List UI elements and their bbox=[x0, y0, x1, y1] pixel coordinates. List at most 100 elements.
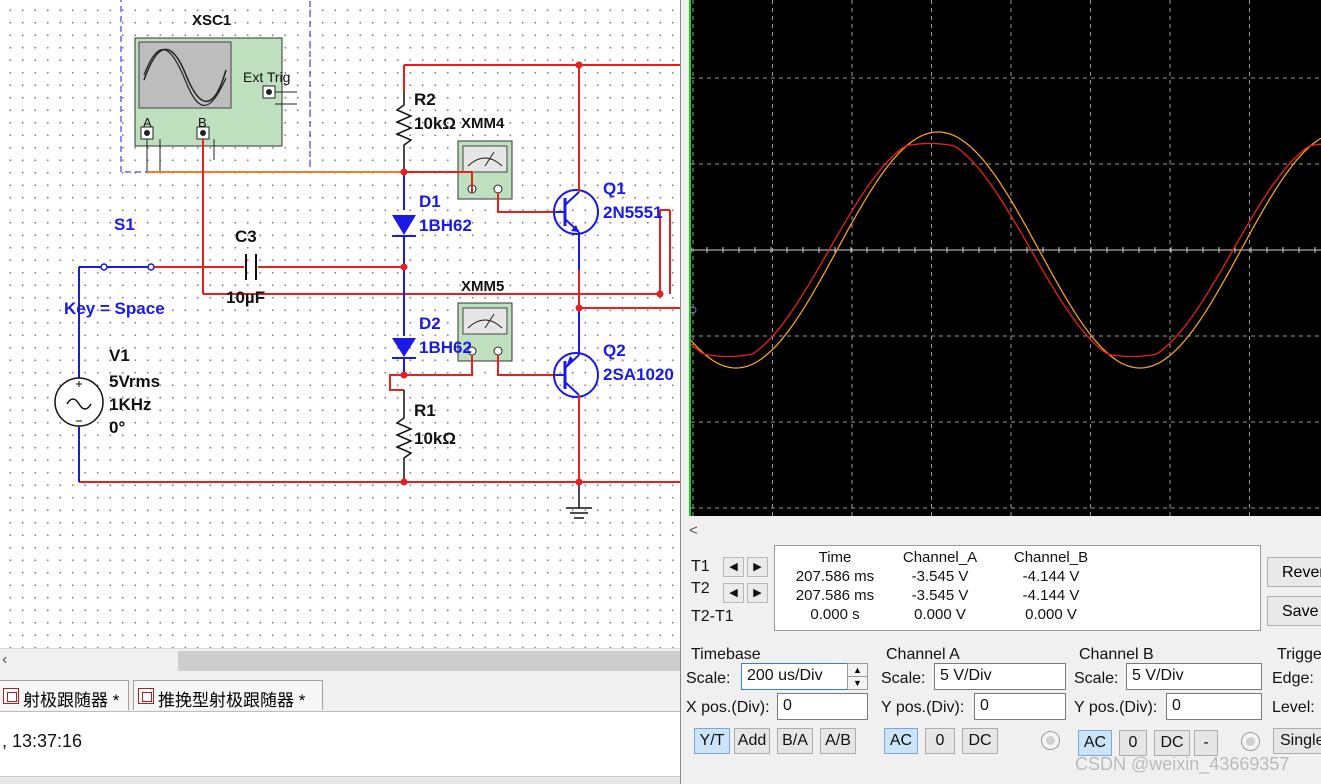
col-channel-a-header: Channel_A bbox=[902, 549, 978, 566]
schematic-canvas[interactable]: XSC1 Ext Trig A B R2 10kΩ XMM4 XMM5 D1 1… bbox=[0, 0, 680, 648]
timebase-xpos-input[interactable]: 0 bbox=[777, 693, 868, 720]
bottom-bar bbox=[0, 776, 680, 784]
channel-b-scale-label: Scale: bbox=[1074, 670, 1119, 687]
channel-a-trigger-radio[interactable] bbox=[1041, 731, 1060, 750]
channel-a-dc-button[interactable]: DC bbox=[962, 728, 998, 754]
timebase-spin-down-button[interactable]: ▼ bbox=[847, 676, 868, 690]
single-button[interactable]: Single bbox=[1273, 728, 1321, 754]
q1-name: Q1 bbox=[603, 179, 626, 198]
xmm4-label: XMM4 bbox=[461, 115, 505, 132]
watermark: CSDN @weixin_43669357 bbox=[1075, 754, 1290, 774]
delta-channel-b: 0.000 V bbox=[1025, 606, 1077, 623]
col-channel-b-header: Channel_B bbox=[1013, 549, 1089, 566]
t1-left-button[interactable]: ◀ bbox=[723, 557, 744, 577]
channel-a-zero-button[interactable]: 0 bbox=[925, 728, 955, 754]
timebase-scale-label: Scale: bbox=[686, 670, 731, 687]
t1-channel-a: -3.545 V bbox=[911, 568, 969, 585]
channel-b-ypos-label: Y pos.(Div): bbox=[1074, 699, 1158, 716]
screen-scroll-left-icon[interactable]: < bbox=[689, 522, 698, 539]
t2-time: 207.586 ms bbox=[795, 587, 875, 604]
channel-a-group: Channel A Scale: 5 V/Div Y pos.(Div): 0 … bbox=[881, 646, 1071, 766]
s1-name: S1 bbox=[114, 215, 135, 234]
channel-b-group: Channel B Scale: 5 V/Div Y pos.(Div): 0 … bbox=[1074, 646, 1266, 766]
t1-label: T1 bbox=[691, 558, 710, 575]
c3-name: C3 bbox=[235, 227, 257, 246]
add-button[interactable]: Add bbox=[734, 728, 770, 754]
col-time-header: Time bbox=[818, 549, 852, 566]
scrollbar-thumb[interactable] bbox=[178, 651, 680, 671]
channel-a-scale-label: Scale: bbox=[881, 670, 926, 687]
q1-part: 2N5551 bbox=[603, 203, 663, 222]
channel-b-ac-button[interactable]: AC bbox=[1078, 730, 1112, 756]
d1-name: D1 bbox=[419, 192, 441, 211]
trigger-title: Trigger bbox=[1277, 646, 1321, 663]
c3-value: 10µF bbox=[226, 288, 266, 307]
scope-pin-a-label: A bbox=[143, 115, 152, 130]
t2-channel-b: -4.144 V bbox=[1022, 587, 1080, 604]
channel-a-title: Channel A bbox=[886, 646, 960, 663]
tab-push-pull-emitter-follower[interactable]: 推挽型射极跟随器 * bbox=[133, 680, 323, 710]
timebase-spin-up-button[interactable]: ▲ bbox=[847, 663, 868, 677]
scope-screen[interactable] bbox=[689, 0, 1321, 516]
q2-name: Q2 bbox=[603, 341, 626, 360]
channel-b-scale-input[interactable]: 5 V/Div bbox=[1126, 663, 1262, 690]
r2-name: R2 bbox=[414, 90, 436, 109]
channel-a-ac-button[interactable]: AC bbox=[884, 728, 918, 754]
d2-name: D2 bbox=[419, 314, 441, 333]
circuit-file-icon bbox=[138, 688, 154, 704]
q2-part: 2SA1020 bbox=[603, 365, 674, 384]
b-over-a-button[interactable]: B/A bbox=[777, 728, 813, 754]
v1-phase: 0° bbox=[109, 418, 126, 437]
status-time: , 13:37:16 bbox=[2, 731, 83, 751]
status-area: , 13:37:16 bbox=[0, 712, 680, 784]
tab-label: 射极跟随器 * bbox=[23, 691, 120, 710]
timebase-scale-input[interactable]: 200 us/Div bbox=[741, 663, 849, 690]
delta-time: 0.000 s bbox=[810, 606, 860, 623]
oscilloscope-window: < T1 ◀ ▶ T2 ◀ ▶ T2-T1 Time Channel_A Cha… bbox=[680, 0, 1321, 784]
channel-a-ypos-input[interactable]: 0 bbox=[974, 693, 1066, 720]
t1-right-button[interactable]: ▶ bbox=[747, 557, 768, 577]
s1-key-label: Key = Space bbox=[64, 299, 165, 318]
timebase-group: Timebase Scale: 200 us/Div ▲ ▼ X pos.(Di… bbox=[685, 646, 875, 766]
trigger-group: Trigger Edge: Level: Single bbox=[1271, 646, 1321, 766]
d1-part: 1BH62 bbox=[419, 216, 472, 235]
ext-trig-label: Ext Trig bbox=[243, 69, 291, 85]
tab-emitter-follower[interactable]: 射极跟随器 * bbox=[0, 680, 129, 710]
a-over-b-button[interactable]: A/B bbox=[820, 728, 856, 754]
scope-pin-b-label: B bbox=[198, 115, 207, 130]
xmm5-label: XMM5 bbox=[461, 278, 505, 295]
scope-label: XSC1 bbox=[192, 12, 232, 29]
trigger-level-label: Level: bbox=[1272, 699, 1315, 716]
yt-button[interactable]: Y/T bbox=[694, 728, 730, 754]
save-button[interactable]: Save bbox=[1267, 596, 1321, 626]
reverse-button[interactable]: Reverse bbox=[1267, 557, 1321, 587]
t2-left-button[interactable]: ◀ bbox=[723, 583, 744, 603]
channel-b-dc-button[interactable]: DC bbox=[1154, 730, 1190, 756]
channel-a-scale-input[interactable]: 5 V/Div bbox=[934, 663, 1066, 690]
t1-time: 207.586 ms bbox=[795, 568, 875, 585]
t2-t1-label: T2-T1 bbox=[691, 608, 734, 625]
t2-label: T2 bbox=[691, 580, 710, 597]
channel-a-ypos-label: Y pos.(Div): bbox=[881, 699, 965, 716]
v1-amplitude: 5Vrms bbox=[109, 372, 161, 391]
document-tab-bar: 射极跟随器 * 推挽型射极跟随器 * bbox=[0, 672, 680, 712]
channel-b-invert-button[interactable]: - bbox=[1194, 730, 1218, 756]
channel-b-zero-button[interactable]: 0 bbox=[1119, 730, 1147, 756]
tab-label: 推挽型射极跟随器 * bbox=[158, 691, 306, 710]
t2-channel-a: -3.545 V bbox=[911, 587, 969, 604]
channel-b-trigger-radio[interactable] bbox=[1241, 732, 1260, 751]
channel-b-ypos-input[interactable]: 0 bbox=[1166, 693, 1262, 720]
r1-name: R1 bbox=[414, 401, 436, 420]
d2-part: 1BH62 bbox=[419, 338, 472, 357]
circuit-file-icon bbox=[3, 688, 19, 704]
v1-frequency: 1KHz bbox=[109, 395, 152, 414]
r1-value: 10kΩ bbox=[414, 429, 456, 448]
scroll-left-icon[interactable]: ‹ bbox=[2, 651, 7, 669]
t2-right-button[interactable]: ▶ bbox=[747, 583, 768, 603]
trigger-edge-label: Edge: bbox=[1272, 670, 1314, 687]
v1-name: V1 bbox=[109, 346, 130, 365]
horizontal-scrollbar[interactable]: ‹ bbox=[0, 648, 680, 672]
circuit-wires bbox=[54, 0, 680, 519]
delta-channel-a: 0.000 V bbox=[914, 606, 966, 623]
cursor-readout: T1 ◀ ▶ T2 ◀ ▶ T2-T1 Time Channel_A Chann… bbox=[686, 545, 1272, 631]
